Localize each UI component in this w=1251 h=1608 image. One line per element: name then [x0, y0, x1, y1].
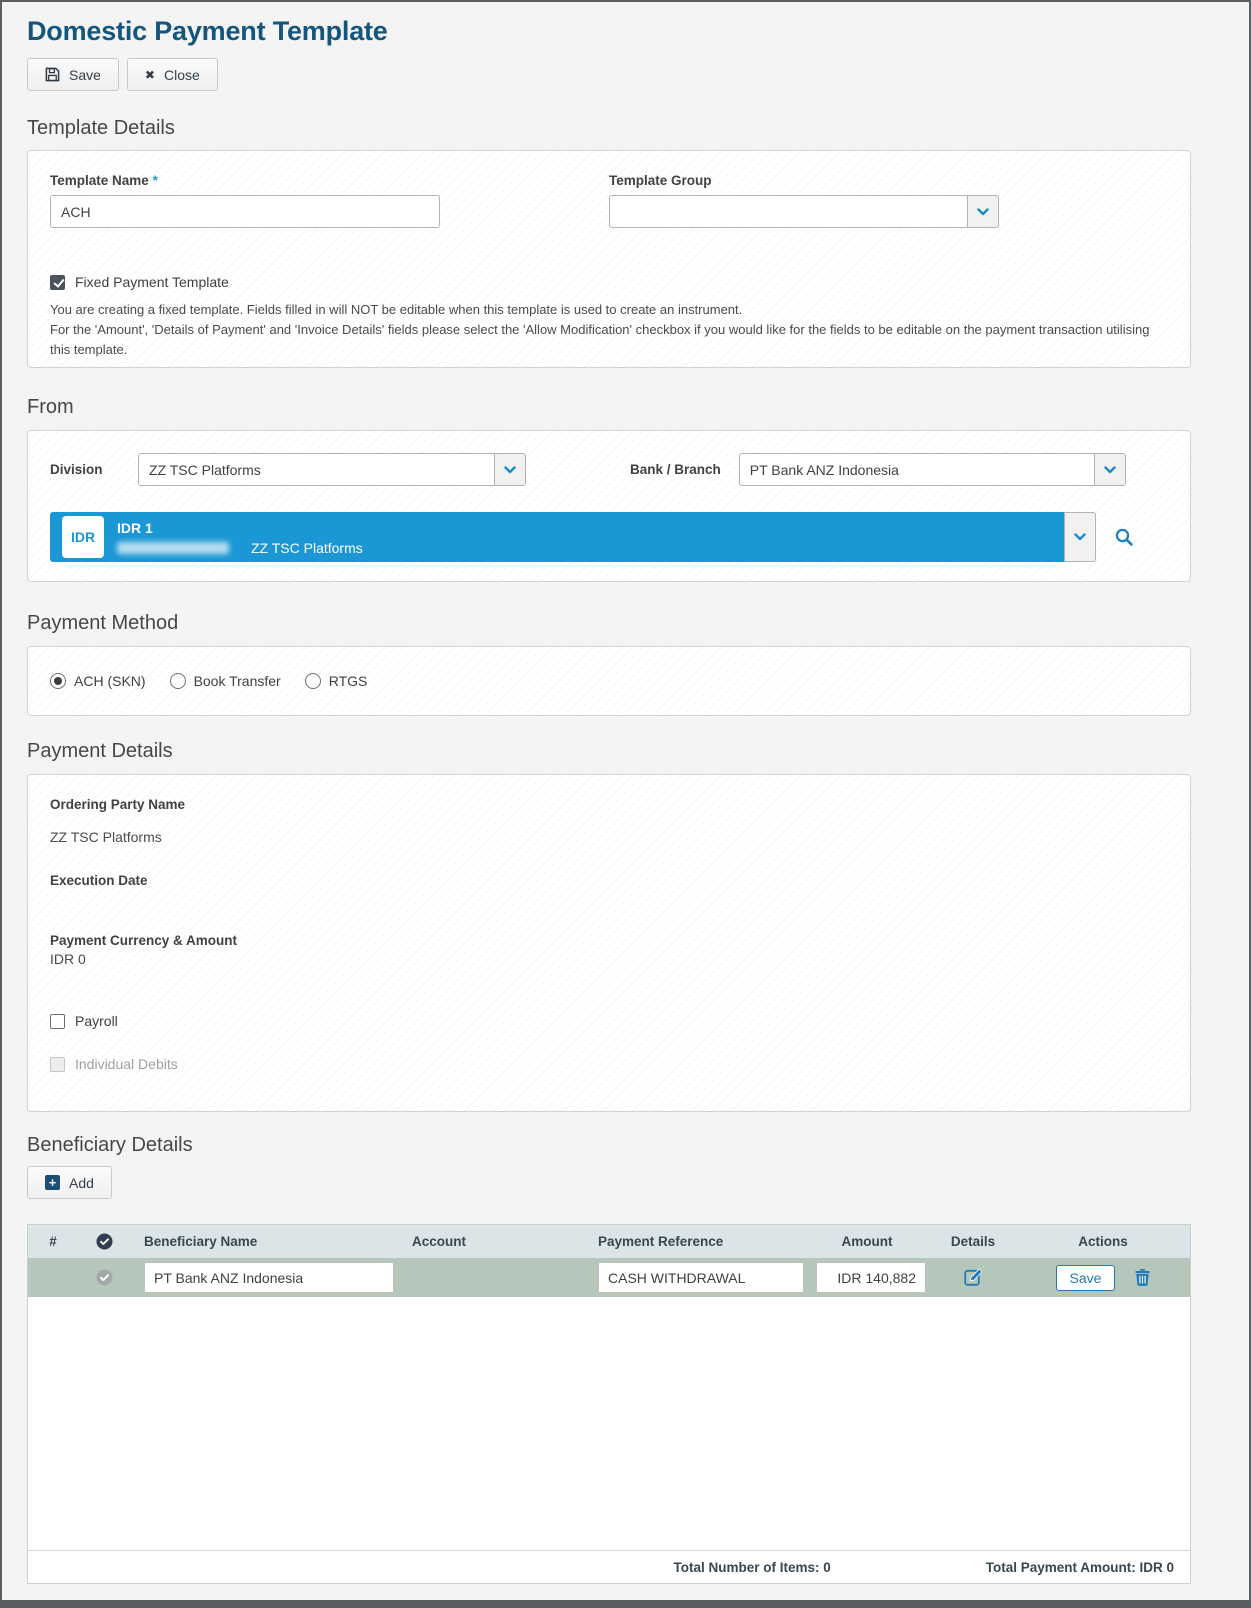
close-button-label: Close — [164, 67, 200, 83]
from-panel: Division Bank / Branch IDR IDR 1 — [27, 430, 1191, 582]
fixed-payment-template-checkbox[interactable] — [50, 275, 65, 290]
radio-button-icon — [50, 673, 66, 689]
payroll-checkbox[interactable] — [50, 1014, 65, 1029]
ordering-party-label: Ordering Party Name — [50, 797, 1168, 812]
beneficiary-table-row: Save — [28, 1258, 1190, 1297]
template-group-input[interactable] — [609, 195, 967, 228]
beneficiary-name-input[interactable] — [144, 1262, 394, 1293]
page-title: Domestic Payment Template — [27, 14, 1224, 48]
template-group-combobox — [609, 195, 999, 228]
ordering-party-value: ZZ TSC Platforms — [50, 829, 1168, 845]
edit-icon — [964, 1268, 983, 1287]
amount-input[interactable] — [816, 1262, 926, 1293]
add-button-label: Add — [69, 1175, 94, 1191]
bank-branch-label: Bank / Branch — [630, 462, 721, 477]
division-dropdown-button[interactable] — [494, 453, 526, 486]
total-items: Total Number of Items: 0 — [673, 1560, 830, 1575]
execution-date-label: Execution Date — [50, 873, 1168, 888]
account-selector[interactable]: IDR IDR 1 ZZ TSC Platforms — [50, 512, 1064, 562]
account-division: ZZ TSC Platforms — [251, 540, 363, 556]
payroll-label: Payroll — [75, 1013, 118, 1029]
chevron-down-icon — [977, 208, 989, 216]
account-name: IDR 1 — [117, 519, 363, 537]
individual-debits-label: Individual Debits — [75, 1056, 178, 1072]
check-circle-icon — [96, 1233, 113, 1250]
individual-debits-checkbox — [50, 1057, 65, 1072]
beneficiary-table-footer: Total Number of Items: 0 Total Payment A… — [28, 1550, 1190, 1583]
beneficiary-table: # Beneficiary Name Account Payment Refer… — [27, 1224, 1191, 1584]
bank-branch-input[interactable] — [739, 453, 1094, 486]
column-amount: Amount — [804, 1234, 930, 1249]
radio-book-transfer[interactable]: Book Transfer — [170, 673, 281, 689]
template-details-heading: Template Details — [27, 115, 1224, 141]
column-actions: Actions — [1016, 1234, 1190, 1249]
row-save-button[interactable]: Save — [1056, 1265, 1116, 1291]
beneficiary-table-header: # Beneficiary Name Account Payment Refer… — [28, 1225, 1190, 1258]
column-select — [78, 1233, 130, 1250]
chevron-down-icon — [504, 466, 516, 474]
division-combobox — [138, 453, 526, 486]
radio-button-icon — [170, 673, 186, 689]
template-group-label: Template Group — [609, 173, 999, 188]
add-icon: + — [45, 1175, 60, 1190]
account-dropdown-button[interactable] — [1064, 512, 1096, 562]
toolbar: Save ✖ Close — [27, 58, 1224, 91]
beneficiary-details-heading: Beneficiary Details — [27, 1132, 1224, 1158]
column-index: # — [28, 1234, 78, 1249]
fixed-payment-template-label: Fixed Payment Template — [75, 274, 229, 290]
close-button[interactable]: ✖ Close — [127, 58, 218, 91]
radio-button-icon — [305, 673, 321, 689]
column-payment-reference: Payment Reference — [584, 1234, 804, 1249]
division-label: Division — [50, 462, 116, 477]
payment-reference-input[interactable] — [598, 1262, 804, 1293]
account-number-redacted — [117, 542, 229, 554]
column-details: Details — [930, 1234, 1016, 1249]
required-asterisk: * — [153, 173, 158, 188]
close-icon: ✖ — [145, 68, 155, 82]
fixed-template-note-line2: For the 'Amount', 'Details of Payment' a… — [50, 320, 1168, 360]
total-payment-amount: Total Payment Amount: IDR 0 — [986, 1560, 1174, 1575]
division-input[interactable] — [138, 453, 494, 486]
currency-amount-label: Payment Currency & Amount — [50, 933, 1168, 948]
bank-branch-combobox — [739, 453, 1126, 486]
currency-amount-value: IDR 0 — [50, 951, 1168, 967]
template-name-label: Template Name * — [50, 173, 440, 188]
payment-method-panel: ACH (SKN) Book Transfer RTGS — [27, 646, 1191, 716]
row-details-button[interactable] — [964, 1268, 983, 1287]
chevron-down-icon — [1104, 466, 1116, 474]
template-group-dropdown-button[interactable] — [967, 195, 999, 228]
column-beneficiary-name: Beneficiary Name — [130, 1234, 392, 1249]
add-beneficiary-button[interactable]: + Add — [27, 1166, 112, 1199]
fixed-template-note-line1: You are creating a fixed template. Field… — [50, 300, 1168, 320]
template-details-panel: Template Name * Template Group Fixed Pay… — [27, 150, 1191, 368]
payment-method-heading: Payment Method — [27, 610, 1224, 636]
chevron-down-icon — [1074, 533, 1086, 541]
column-account: Account — [392, 1234, 584, 1249]
payment-details-panel: Ordering Party Name ZZ TSC Platforms Exe… — [27, 774, 1191, 1112]
check-circle-icon — [96, 1269, 113, 1286]
account-search-button[interactable] — [1114, 527, 1134, 547]
save-icon — [45, 67, 60, 82]
row-delete-button[interactable] — [1135, 1269, 1150, 1286]
template-name-input[interactable] — [50, 195, 440, 228]
row-select — [78, 1269, 130, 1286]
trash-icon — [1135, 1269, 1150, 1286]
currency-badge: IDR — [62, 516, 104, 558]
radio-rtgs[interactable]: RTGS — [305, 673, 368, 689]
beneficiary-table-empty-area — [28, 1297, 1190, 1550]
save-button-label: Save — [69, 67, 101, 83]
bank-branch-dropdown-button[interactable] — [1094, 453, 1126, 486]
search-icon — [1114, 527, 1134, 547]
payment-details-heading: Payment Details — [27, 738, 1224, 764]
save-button[interactable]: Save — [27, 58, 119, 91]
from-heading: From — [27, 394, 1224, 420]
domestic-payment-template-page: Domestic Payment Template Save ✖ Close T… — [0, 0, 1251, 1608]
radio-ach-skn[interactable]: ACH (SKN) — [50, 673, 146, 689]
